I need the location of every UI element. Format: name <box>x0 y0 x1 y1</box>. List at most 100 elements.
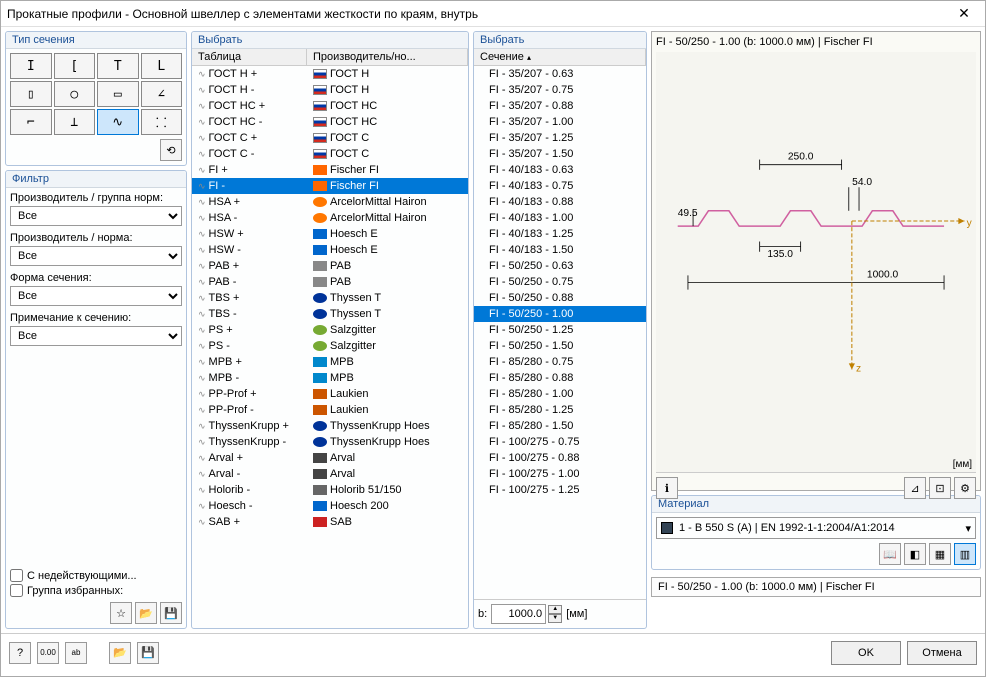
table-row[interactable]: ∿TBS +Thyssen T <box>192 290 468 306</box>
table-row[interactable]: ∿PAB +PAB <box>192 258 468 274</box>
table-row[interactable]: FI - 40/183 - 1.50 <box>474 242 646 258</box>
table-row[interactable]: ∿FI -Fischer FI <box>192 178 468 194</box>
filter-icon-1[interactable]: ☆ <box>110 602 132 624</box>
b-input[interactable] <box>491 604 546 624</box>
material-import-icon[interactable]: ▦ <box>929 543 951 565</box>
table-row[interactable]: FI - 100/275 - 1.25 <box>474 482 646 498</box>
table-row[interactable]: FI - 85/280 - 1.25 <box>474 402 646 418</box>
table-row[interactable]: FI - 40/183 - 1.00 <box>474 210 646 226</box>
filter-icon-2[interactable]: 📂 <box>135 602 157 624</box>
table-row[interactable]: ∿SAB +SAB <box>192 514 468 530</box>
cancel-button[interactable]: Отмена <box>907 641 977 665</box>
table-row[interactable]: FI - 35/207 - 0.75 <box>474 82 646 98</box>
b-spin-up[interactable]: ▲ <box>548 605 562 614</box>
table-row[interactable]: ∿ГОСТ НС -ГОСТ НС <box>192 114 468 130</box>
filter-note-select[interactable]: Все <box>10 326 182 346</box>
table-row[interactable]: ∿PS +Salzgitter <box>192 322 468 338</box>
section-extra-icon[interactable]: ⟲ <box>160 139 182 161</box>
th-table[interactable]: Таблица <box>192 49 307 65</box>
table-row[interactable]: FI - 40/183 - 1.25 <box>474 226 646 242</box>
shape-t-icon[interactable]: T <box>97 53 139 79</box>
filter-icon-3[interactable]: 💾 <box>160 602 182 624</box>
table-row[interactable]: ∿ГОСТ Н +ГОСТ Н <box>192 66 468 82</box>
shape-i-icon[interactable]: I <box>10 53 52 79</box>
table-row[interactable]: FI - 50/250 - 1.50 <box>474 338 646 354</box>
b-spin-down[interactable]: ▼ <box>548 614 562 623</box>
table-row[interactable]: FI - 40/183 - 0.63 <box>474 162 646 178</box>
table-row[interactable]: FI - 85/280 - 0.88 <box>474 370 646 386</box>
table-row[interactable]: FI - 35/207 - 1.25 <box>474 130 646 146</box>
table-row[interactable]: FI - 100/275 - 0.75 <box>474 434 646 450</box>
table-row[interactable]: ∿HSW +Hoesch E <box>192 226 468 242</box>
cb-inactive[interactable] <box>10 569 23 582</box>
filter-shape-select[interactable]: Все <box>10 286 182 306</box>
table-row[interactable]: FI - 35/207 - 0.63 <box>474 66 646 82</box>
table-row[interactable]: ∿HSW -Hoesch E <box>192 242 468 258</box>
table-row[interactable]: ∿ГОСТ С -ГОСТ С <box>192 146 468 162</box>
table-row[interactable]: FI - 35/207 - 1.00 <box>474 114 646 130</box>
norm-icon[interactable]: ab <box>65 642 87 664</box>
table-row[interactable]: FI - 40/183 - 0.88 <box>474 194 646 210</box>
material-select[interactable]: 1 - B 550 S (A) | EN 1992-1-1:2004/A1:20… <box>656 517 976 539</box>
close-icon[interactable]: ✕ <box>949 5 979 22</box>
table-row[interactable]: ∿PS -Salzgitter <box>192 338 468 354</box>
material-lib-icon[interactable]: 📖 <box>879 543 901 565</box>
table-row[interactable]: ∿FI +Fischer FI <box>192 162 468 178</box>
table-row[interactable]: ∿ГОСТ С +ГОСТ С <box>192 130 468 146</box>
material-new-icon[interactable]: ◧ <box>904 543 926 565</box>
table-row[interactable]: ∿Arval +Arval <box>192 450 468 466</box>
table-row[interactable]: ∿ГОСТ НС +ГОСТ НС <box>192 98 468 114</box>
shape-box-icon[interactable]: ▯ <box>10 81 52 107</box>
view-icon-2[interactable]: ⊡ <box>929 477 951 499</box>
save-icon[interactable]: 💾 <box>137 642 159 664</box>
table1-body[interactable]: ∿ГОСТ Н +ГОСТ Н∿ГОСТ Н -ГОСТ Н∿ГОСТ НС +… <box>192 66 468 628</box>
table-row[interactable]: ∿MPB +MPB <box>192 354 468 370</box>
table-row[interactable]: FI - 50/250 - 0.75 <box>474 274 646 290</box>
table-row[interactable]: FI - 85/280 - 0.75 <box>474 354 646 370</box>
shape-c-icon[interactable]: [ <box>54 53 96 79</box>
shape-corrugated-icon[interactable]: ∿ <box>97 109 139 135</box>
info-icon[interactable]: ℹ <box>656 477 678 499</box>
shape-l-icon[interactable]: L <box>141 53 183 79</box>
filter-mfr-group-select[interactable]: Все <box>10 206 182 226</box>
cb-favorites[interactable] <box>10 584 23 597</box>
shape-rect-icon[interactable]: ▭ <box>97 81 139 107</box>
table-row[interactable]: FI - 35/207 - 1.50 <box>474 146 646 162</box>
table-row[interactable]: FI - 50/250 - 1.00 <box>474 306 646 322</box>
view-icon-3[interactable]: ⚙ <box>954 477 976 499</box>
table-row[interactable]: ∿ThyssenKrupp -ThyssenKrupp Hoes <box>192 434 468 450</box>
table-row[interactable]: FI - 35/207 - 0.88 <box>474 98 646 114</box>
shape-z-icon[interactable]: ⌐ <box>10 109 52 135</box>
th-manufacturer[interactable]: Производитель/но... <box>307 49 468 65</box>
shape-misc-icon[interactable]: ⸬ <box>141 109 183 135</box>
table-row[interactable]: ∿PAB -PAB <box>192 274 468 290</box>
table2-body[interactable]: FI - 35/207 - 0.63FI - 35/207 - 0.75FI -… <box>474 66 646 599</box>
table-row[interactable]: ∿HSA +ArcelorMittal Hairon <box>192 194 468 210</box>
table-row[interactable]: ∿PP-Prof -Laukien <box>192 402 468 418</box>
shape-o-icon[interactable]: ○ <box>54 81 96 107</box>
table-row[interactable]: ∿Holorib -Holorib 51/150 <box>192 482 468 498</box>
open-icon[interactable]: 📂 <box>109 642 131 664</box>
table-row[interactable]: FI - 40/183 - 0.75 <box>474 178 646 194</box>
table-row[interactable]: ∿ГОСТ Н -ГОСТ Н <box>192 82 468 98</box>
th-section[interactable]: Сечение ▴ <box>474 49 646 65</box>
table-row[interactable]: FI - 100/275 - 1.00 <box>474 466 646 482</box>
table-row[interactable]: ∿MPB -MPB <box>192 370 468 386</box>
help-icon[interactable]: ? <box>9 642 31 664</box>
table-row[interactable]: FI - 50/250 - 1.25 <box>474 322 646 338</box>
table-row[interactable]: ∿ThyssenKrupp +ThyssenKrupp Hoes <box>192 418 468 434</box>
table-row[interactable]: ∿PP-Prof +Laukien <box>192 386 468 402</box>
view-icon-1[interactable]: ⊿ <box>904 477 926 499</box>
table-row[interactable]: ∿TBS -Thyssen T <box>192 306 468 322</box>
table-row[interactable]: ∿Hoesch -Hoesch 200 <box>192 498 468 514</box>
shape-angle-icon[interactable]: ∠ <box>141 81 183 107</box>
table-row[interactable]: FI - 50/250 - 0.88 <box>474 290 646 306</box>
table-row[interactable]: FI - 85/280 - 1.50 <box>474 418 646 434</box>
filter-mfr-norm-select[interactable]: Все <box>10 246 182 266</box>
table-row[interactable]: FI - 50/250 - 0.63 <box>474 258 646 274</box>
table-row[interactable]: ∿HSA -ArcelorMittal Hairon <box>192 210 468 226</box>
ok-button[interactable]: OK <box>831 641 901 665</box>
table-row[interactable]: ∿Arval -Arval <box>192 466 468 482</box>
units-icon[interactable]: 0.00 <box>37 642 59 664</box>
table-row[interactable]: FI - 100/275 - 0.88 <box>474 450 646 466</box>
